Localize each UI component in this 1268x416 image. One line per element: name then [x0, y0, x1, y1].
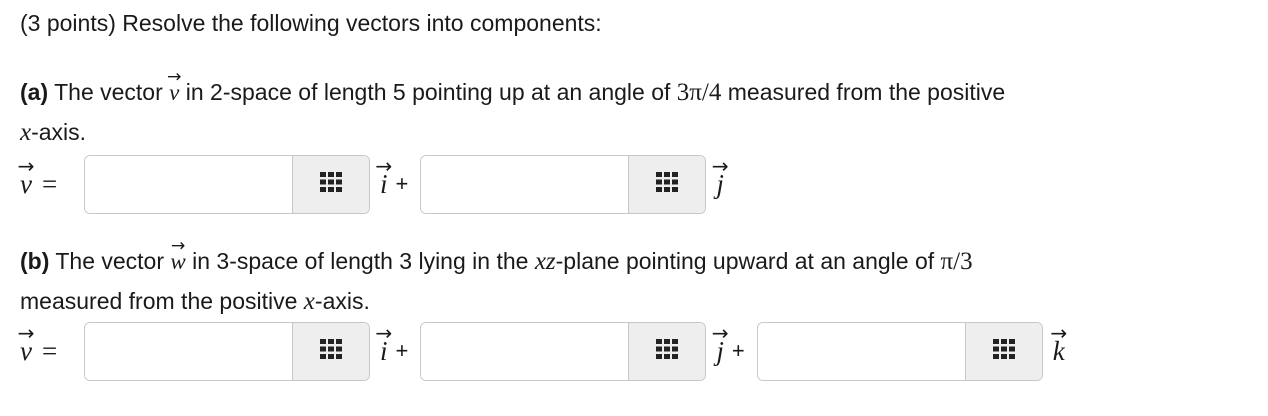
- unit-vector-i: → i: [375, 320, 393, 366]
- palette-button-a-i[interactable]: [292, 155, 369, 213]
- part-b-label: (b): [20, 248, 50, 274]
- part-a-statement-line2: x-axis.: [20, 119, 86, 147]
- answer-input-b-j[interactable]: [421, 322, 629, 380]
- x-var: x: [303, 288, 315, 315]
- grid-palette-icon: [319, 338, 343, 365]
- part-b-line2-text2: -axis.: [314, 288, 370, 314]
- lhs-vector-v: → v: [17, 320, 35, 366]
- grid-palette-icon: [655, 338, 679, 365]
- unit-j: → j: [706, 153, 736, 200]
- part-a-text1: The vector: [48, 79, 170, 105]
- plus-sign: +: [395, 171, 409, 196]
- answer-input-b-i[interactable]: [85, 322, 292, 380]
- problem-header: (3 points) Resolve the following vectors…: [20, 10, 602, 36]
- part-b-text3: -plane pointing upward at an angle of: [555, 248, 941, 274]
- vector-w-symbol: → w: [170, 236, 186, 274]
- plane-xz: xz: [534, 248, 556, 275]
- part-a-label: (a): [20, 79, 49, 105]
- grid-palette-icon: [992, 338, 1016, 365]
- part-b-lhs: → v =: [17, 320, 84, 367]
- answer-input-b-k[interactable]: [757, 322, 965, 380]
- answer-field-b-k: [756, 321, 1043, 381]
- part-a-answer-row: → v = → i + → j: [17, 153, 736, 214]
- part-b-answer-row: → v = → i + → j + → k: [17, 320, 1077, 381]
- answer-field-b-i: [84, 321, 370, 381]
- lhs-vector-v: → v: [17, 153, 35, 199]
- palette-button-b-j[interactable]: [628, 322, 706, 380]
- part-b-angle: π/3: [940, 248, 973, 275]
- unit-i-plus: → i +: [370, 320, 420, 367]
- grid-palette-icon: [655, 171, 679, 198]
- answer-input-a-j[interactable]: [421, 155, 629, 213]
- palette-button-b-i[interactable]: [292, 322, 369, 380]
- equals-sign: =: [41, 335, 58, 366]
- part-b-statement-line2: measured from the positive x-axis.: [20, 288, 370, 316]
- unit-i-plus: → i +: [370, 153, 420, 200]
- part-a-line2-text: -axis.: [31, 119, 87, 145]
- unit-j-plus: → j +: [706, 320, 756, 367]
- answer-field-a-i: [84, 154, 370, 214]
- part-b-line2-text1: measured from the positive: [20, 288, 304, 314]
- part-b-statement: (b) The vector → w in 3-space of length 3…: [20, 236, 973, 276]
- part-a-lhs: → v =: [17, 153, 84, 200]
- palette-button-a-j[interactable]: [628, 155, 706, 213]
- part-a-angle: 3π/4: [676, 79, 722, 106]
- x-var: x: [20, 119, 32, 146]
- part-b-text1: The vector: [49, 248, 171, 274]
- unit-vector-i: → i: [375, 153, 393, 199]
- equals-sign: =: [41, 168, 58, 199]
- answer-input-a-i[interactable]: [85, 155, 292, 213]
- part-a-statement: (a) The vector → v in 2-space of length 5…: [20, 67, 1006, 107]
- part-a-text3: measured from the positive: [721, 79, 1006, 105]
- answer-field-b-j: [420, 321, 707, 381]
- palette-button-b-k[interactable]: [964, 322, 1042, 380]
- unit-vector-k: → k: [1050, 320, 1068, 366]
- grid-palette-icon: [319, 171, 343, 198]
- answer-field-a-j: [420, 154, 707, 214]
- plus-sign: +: [731, 338, 745, 363]
- part-a-text2: in 2-space of length 5 pointing up at an…: [179, 79, 677, 105]
- plus-sign: +: [395, 338, 409, 363]
- unit-vector-j: → j: [711, 320, 729, 366]
- unit-vector-j: → j: [711, 153, 729, 199]
- unit-k: → k: [1043, 320, 1077, 367]
- vector-v-symbol: → v: [167, 67, 182, 105]
- part-b-text2: in 3-space of length 3 lying in the: [185, 248, 535, 274]
